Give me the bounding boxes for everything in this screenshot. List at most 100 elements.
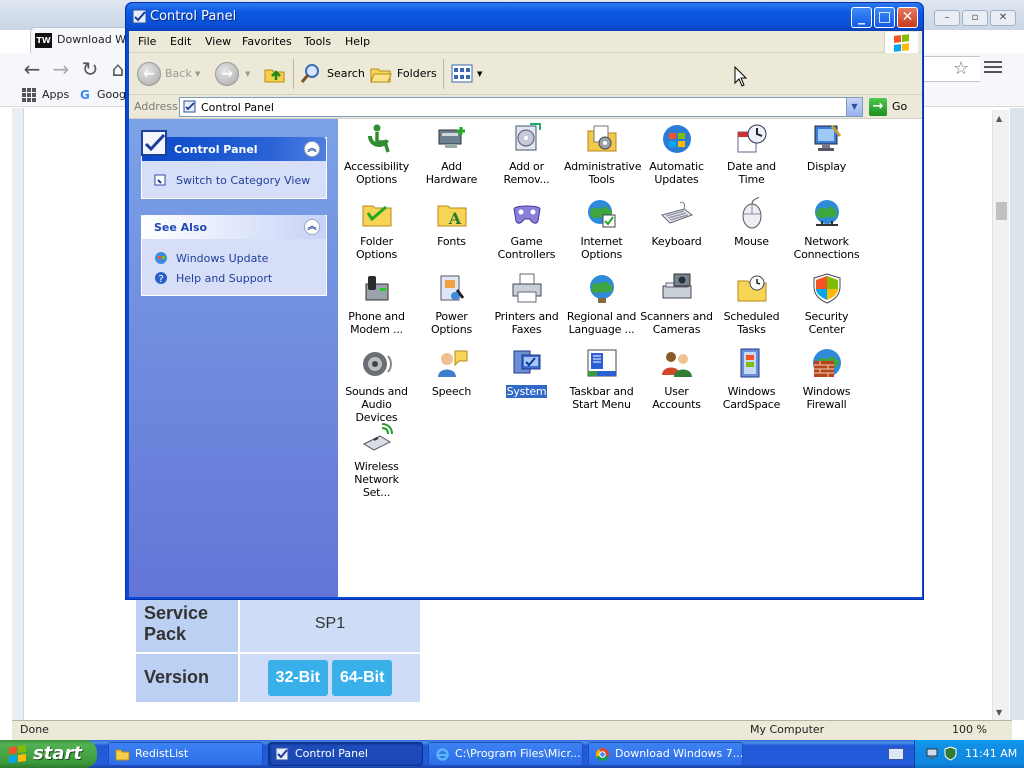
download-64bit-button[interactable]: 64-Bit: [332, 659, 393, 696]
control-panel-item[interactable]: Windows CardSpace: [714, 344, 789, 419]
windows-update-link[interactable]: Windows Update: [142, 247, 326, 267]
taskbar-item-control-panel[interactable]: Control Panel: [268, 742, 423, 766]
scanners-cameras-icon: [662, 273, 692, 299]
address-dropdown-icon[interactable]: ▼: [846, 98, 862, 116]
close-icon: ✕: [901, 9, 914, 25]
taskbar-item-chrome[interactable]: Download Windows 7...: [588, 742, 743, 766]
control-panel-item[interactable]: Network Connections: [789, 194, 864, 269]
go-arrow-icon: →: [869, 98, 887, 116]
control-panel-item[interactable]: Internet Options: [564, 194, 639, 269]
control-panel-item[interactable]: A Fonts: [414, 194, 489, 269]
bookmark-star-icon[interactable]: ☆: [953, 58, 969, 79]
control-panel-section: Control Panel ︽ Switch to Category View: [141, 130, 327, 199]
security-tray-icon[interactable]: [943, 746, 958, 761]
control-panel-item[interactable]: System: [489, 344, 564, 419]
control-panel-item[interactable]: Printers and Faxes: [489, 269, 564, 344]
restore-icon[interactable]: ▫: [962, 10, 988, 26]
item-label: Internet Options: [580, 235, 623, 261]
windows-firewall-icon: [813, 349, 841, 377]
menu-view[interactable]: View: [205, 35, 231, 48]
control-panel-item[interactable]: Folder Options: [339, 194, 414, 269]
collapse-chevron-icon[interactable]: ︽: [304, 141, 320, 157]
address-input[interactable]: Control Panel ▼: [179, 97, 863, 117]
close-button[interactable]: ✕: [897, 7, 918, 28]
search-button[interactable]: Search: [299, 61, 365, 87]
menu-help[interactable]: Help: [345, 35, 370, 48]
control-panel-large-icon: [141, 130, 167, 156]
minimize-icon[interactable]: –: [934, 10, 960, 26]
menu-edit[interactable]: Edit: [170, 35, 191, 48]
download-32bit-button[interactable]: 32-Bit: [267, 659, 328, 696]
chrome-menu-icon[interactable]: [984, 59, 1002, 75]
control-panel-item[interactable]: Scanners and Cameras: [639, 269, 714, 344]
control-panel-item[interactable]: Speech: [414, 344, 489, 419]
close-icon[interactable]: ✕: [990, 10, 1016, 26]
back-button[interactable]: ← Back ▼: [137, 61, 201, 87]
control-panel-item[interactable]: Security Center: [789, 269, 864, 344]
maximize-button[interactable]: □: [874, 7, 895, 28]
control-panel-item[interactable]: User Accounts: [639, 344, 714, 419]
control-panel-item[interactable]: Sounds and Audio Devices: [339, 344, 414, 424]
control-panel-item[interactable]: Power Options: [414, 269, 489, 344]
browser-tab[interactable]: TW Download Wind: [30, 27, 140, 53]
scroll-up-icon[interactable]: ▲: [996, 114, 1002, 123]
taskbar-item-explorer[interactable]: C:\Program Files\Micr...: [428, 742, 583, 766]
control-panel-item[interactable]: Date and Time: [714, 119, 789, 194]
control-panel-item[interactable]: Game Controllers: [489, 194, 564, 269]
folders-button[interactable]: Folders: [369, 61, 437, 87]
omnibox[interactable]: [920, 56, 980, 82]
back-arrow-icon[interactable]: ←: [20, 59, 44, 79]
control-panel-item[interactable]: Wireless Network Set...: [339, 419, 414, 499]
collapse-chevron-icon[interactable]: ︽: [304, 219, 320, 235]
page-scrollbar[interactable]: ▲ ▼: [992, 110, 1009, 722]
control-panel-item[interactable]: Accessibility Options: [339, 119, 414, 194]
control-panel-item[interactable]: Scheduled Tasks: [714, 269, 789, 344]
bookmark-apps[interactable]: Apps: [42, 88, 69, 101]
control-panel-item[interactable]: Windows Firewall: [789, 344, 864, 419]
menu-file[interactable]: File: [138, 35, 156, 48]
control-panel-item[interactable]: Regional and Language ...: [564, 269, 639, 344]
speech-icon: [438, 350, 468, 377]
menu-tools[interactable]: Tools: [304, 35, 331, 48]
control-panel-item[interactable]: Display: [789, 119, 864, 194]
address-bar: Address Control Panel ▼ → Go: [129, 95, 922, 119]
minimize-button[interactable]: _: [851, 7, 872, 28]
control-panel-item[interactable]: Phone and Modem ...: [339, 269, 414, 344]
control-panel-item[interactable]: Add Hardware: [414, 119, 489, 194]
forward-button[interactable]: → ▼: [215, 61, 255, 87]
control-panel-item[interactable]: Automatic Updates: [639, 119, 714, 194]
scroll-down-icon[interactable]: ▼: [996, 708, 1002, 717]
help-support-link[interactable]: ? Help and Support: [142, 267, 326, 287]
control-panel-item[interactable]: Taskbar and Start Menu: [564, 344, 639, 419]
reload-icon[interactable]: ↻: [78, 59, 102, 79]
item-label: Wireless Network Set...: [354, 460, 399, 499]
scroll-thumb[interactable]: [996, 202, 1007, 220]
control-panel-titlebar[interactable]: Control Panel _ □ ✕: [126, 3, 923, 31]
fonts-icon: A: [437, 205, 467, 228]
section-header[interactable]: See Also ︽: [142, 215, 326, 239]
menu-favorites[interactable]: Favorites: [242, 35, 292, 48]
section-header[interactable]: Control Panel ︽: [141, 130, 326, 161]
forward-arrow-icon[interactable]: →: [49, 59, 73, 79]
apps-grid-icon[interactable]: [22, 88, 36, 102]
go-button[interactable]: → Go: [869, 98, 919, 116]
help-icon: ?: [155, 272, 167, 285]
keyboard-language-icon[interactable]: [888, 748, 904, 760]
bookmark-google[interactable]: Goog: [97, 88, 126, 101]
taskbar-start-menu-icon: [587, 349, 617, 377]
control-panel-item[interactable]: Administrative Tools: [564, 119, 641, 194]
views-button[interactable]: ▼: [451, 61, 487, 87]
up-folder-button[interactable]: [263, 61, 289, 87]
start-button[interactable]: start: [0, 740, 97, 768]
status-zone: My Computer: [750, 723, 825, 736]
control-panel-item[interactable]: Mouse: [714, 194, 789, 269]
control-panel-item[interactable]: Add or Remov...: [489, 119, 564, 194]
item-label: Fonts: [437, 235, 466, 248]
taskbar-item-redistlist[interactable]: RedistList: [108, 742, 263, 766]
control-panel-item[interactable]: Keyboard: [639, 194, 714, 269]
clock[interactable]: 11:41 AM: [965, 747, 1017, 760]
switch-category-view-link[interactable]: Switch to Category View: [142, 169, 326, 189]
network-tray-icon[interactable]: [925, 746, 940, 761]
folder-icon: [115, 749, 130, 761]
item-label: Security Center: [804, 310, 849, 336]
